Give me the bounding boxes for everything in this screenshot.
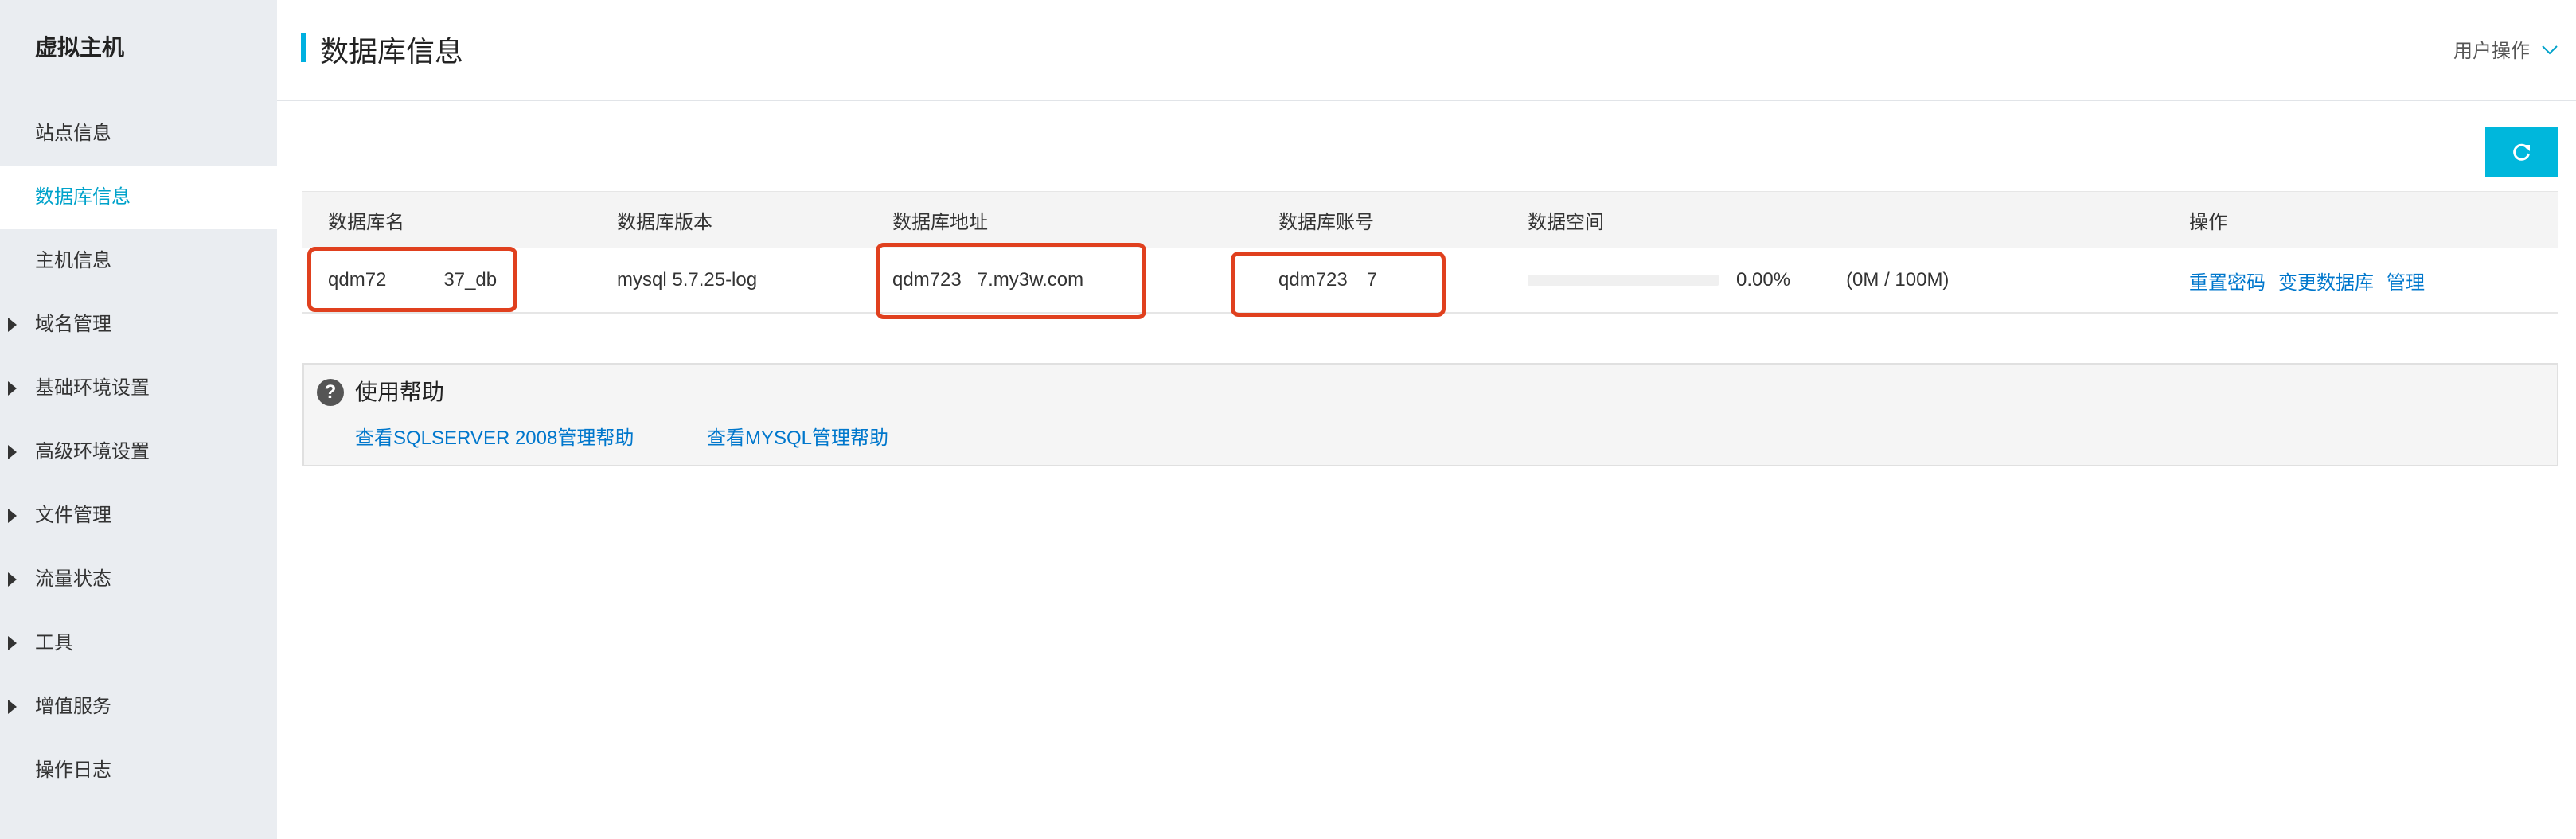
- sidebar-item-traffic-status[interactable]: 流量状态: [0, 548, 277, 611]
- help-panel: ? 使用帮助 查看SQLSERVER 2008管理帮助 查看MYSQL管理帮助: [302, 363, 2558, 466]
- change-database-link[interactable]: 变更数据库: [2278, 267, 2374, 295]
- sidebar-item-label: 工具: [35, 632, 73, 654]
- user-menu-label: 用户操作: [2453, 41, 2530, 62]
- sidebar-item-operation-log[interactable]: 操作日志: [0, 739, 277, 802]
- sidebar-title: 虚拟主机: [35, 35, 125, 60]
- sidebar-item-label: 流量状态: [35, 568, 111, 590]
- space-usage: (0M / 100M): [1846, 269, 1950, 291]
- page-title: 数据库信息: [320, 35, 464, 68]
- caret-right-icon: [8, 636, 17, 650]
- highlight-box-db-name: [307, 247, 517, 312]
- caret-right-icon: [8, 572, 17, 587]
- caret-right-icon: [8, 445, 17, 459]
- title-accent-bar: [301, 33, 306, 62]
- sidebar-item-label: 增值服务: [35, 696, 111, 717]
- sidebar-item-host-info[interactable]: 主机信息: [0, 229, 277, 293]
- question-circle-icon: ?: [317, 379, 344, 406]
- sidebar-item-label: 文件管理: [35, 505, 111, 526]
- help-title: 使用帮助: [355, 380, 445, 404]
- sidebar-item-site-info[interactable]: 站点信息: [0, 102, 277, 166]
- sidebar-item-database-info[interactable]: 数据库信息: [0, 166, 277, 229]
- sidebar-item-label: 操作日志: [35, 759, 111, 781]
- sidebar-item-label: 主机信息: [35, 250, 111, 271]
- ops-cell: 重置密码 变更数据库 管理: [2189, 248, 2437, 312]
- manage-link[interactable]: 管理: [2387, 267, 2425, 295]
- sidebar-nav: 站点信息 数据库信息 主机信息 域名管理 基础环境设置 高级环境设置 文件管理 …: [0, 102, 277, 802]
- sidebar-item-label: 基础环境设置: [35, 377, 150, 399]
- sidebar-item-label: 域名管理: [35, 314, 111, 335]
- header-db-account: 数据库账号: [1278, 211, 1374, 233]
- sidebar-item-basic-env[interactable]: 基础环境设置: [0, 357, 277, 420]
- page-header: 数据库信息 用户操作: [277, 0, 2576, 101]
- sidebar-item-tools[interactable]: 工具: [0, 611, 277, 675]
- refresh-button[interactable]: [2485, 127, 2558, 177]
- caret-right-icon: [8, 700, 17, 714]
- refresh-icon: [2513, 143, 2530, 161]
- highlight-box-db-address: [876, 243, 1146, 319]
- caret-right-icon: [8, 381, 17, 396]
- caret-right-icon: [8, 509, 17, 523]
- db-version-cell: mysql 5.7.25-log: [617, 269, 758, 291]
- sidebar-item-label: 站点信息: [35, 123, 111, 144]
- user-menu[interactable]: 用户操作: [2453, 35, 2558, 63]
- caret-right-icon: [8, 318, 17, 332]
- mysql-help-link[interactable]: 查看MYSQL管理帮助: [707, 422, 888, 450]
- header-db-address: 数据库地址: [892, 211, 988, 233]
- space-progress-bar: [1528, 275, 1719, 286]
- sidebar-item-domain-management[interactable]: 域名管理: [0, 293, 277, 357]
- sidebar-item-label: 高级环境设置: [35, 441, 150, 462]
- chevron-down-icon: [2542, 45, 2558, 54]
- highlight-box-db-account: [1231, 252, 1446, 317]
- db-space-cell: 0.00% (0M / 100M): [1528, 248, 1949, 312]
- space-percent: 0.00%: [1736, 269, 1791, 291]
- sidebar-item-file-management[interactable]: 文件管理: [0, 484, 277, 548]
- sidebar-item-label: 数据库信息: [35, 186, 131, 208]
- header-ops: 操作: [2189, 211, 2227, 233]
- reset-password-link[interactable]: 重置密码: [2189, 267, 2266, 295]
- sidebar-item-value-added[interactable]: 增值服务: [0, 675, 277, 739]
- table-header-row: 数据库名 数据库版本 数据库地址 数据库账号 数据空间 操作: [302, 191, 2558, 248]
- sidebar-item-advanced-env[interactable]: 高级环境设置: [0, 420, 277, 484]
- header-db-version: 数据库版本: [617, 211, 712, 233]
- header-db-name: 数据库名: [328, 211, 404, 233]
- sqlserver-help-link[interactable]: 查看SQLSERVER 2008管理帮助: [355, 422, 634, 450]
- sidebar: 虚拟主机 站点信息 数据库信息 主机信息 域名管理 基础环境设置 高级环境设置 …: [0, 0, 277, 839]
- header-db-space: 数据空间: [1528, 211, 1604, 233]
